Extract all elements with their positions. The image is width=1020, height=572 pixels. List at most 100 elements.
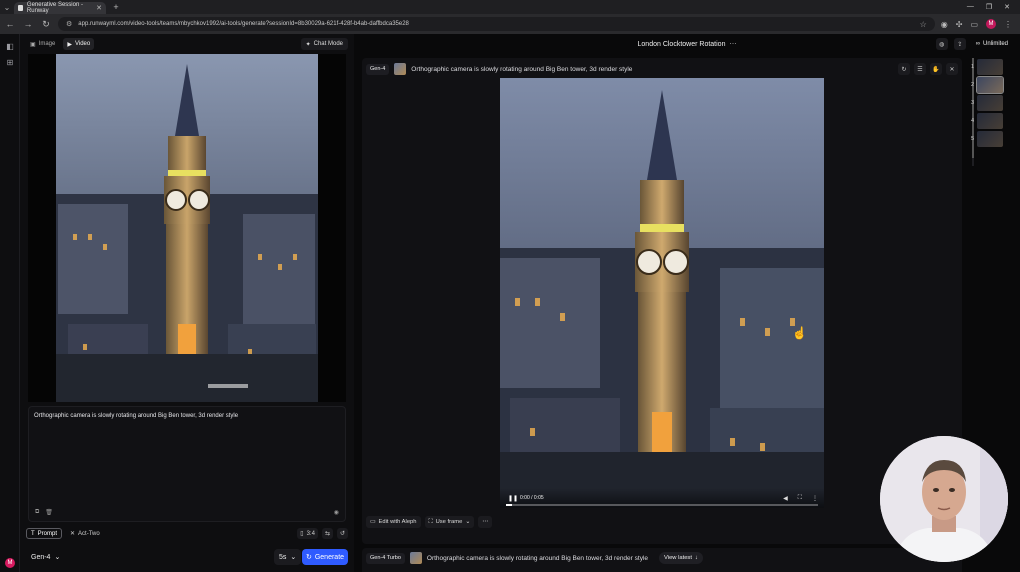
- new-tab-icon[interactable]: +: [110, 2, 122, 12]
- back-icon[interactable]: ←: [4, 19, 16, 29]
- browser-menu-icon[interactable]: ⋮: [1004, 20, 1012, 29]
- timeline-item-number: 3: [970, 100, 974, 106]
- tab-prompt[interactable]: T Prompt: [26, 528, 63, 539]
- eye-icon[interactable]: ◉: [334, 509, 339, 516]
- prompt-text: Orthographic camera is slowly rotating a…: [34, 413, 239, 419]
- session-header: London Clocktower Rotation ⋯: [354, 34, 1020, 54]
- video-menu-icon[interactable]: ⋮: [812, 495, 818, 502]
- tab-search-icon[interactable]: ⌄: [0, 0, 14, 14]
- timeline-item-number: 5: [970, 136, 974, 142]
- timeline-thumbnail[interactable]: [977, 131, 1003, 147]
- tab-image-label: Image: [38, 41, 56, 47]
- chat-icon[interactable]: ◍: [935, 38, 948, 50]
- volume-icon[interactable]: ◀: [783, 495, 788, 502]
- generate-label: Generate: [314, 553, 345, 561]
- tab-video[interactable]: ▶ Video: [63, 38, 95, 50]
- close-icon[interactable]: ✕: [946, 63, 958, 75]
- copy-icon[interactable]: ⧉: [35, 509, 39, 516]
- tab-video-label: Video: [74, 41, 91, 47]
- browser-tab[interactable]: Generative Session - Runway ✕: [14, 2, 106, 14]
- act-two-icon: ✕: [70, 531, 76, 537]
- generation-timeline: 1 2 3 4 5: [966, 58, 1014, 168]
- unlimited-toggle[interactable]: ∞ Unlimited: [972, 38, 1012, 50]
- swap-icon[interactable]: ⇆: [321, 528, 333, 539]
- tab-act-two[interactable]: ✕ Act-Two: [66, 528, 104, 539]
- generation-prompt-next: Orthographic camera is slowly rotating a…: [426, 554, 649, 562]
- timeline-item[interactable]: 5: [966, 130, 1014, 148]
- aspect-ratio-button[interactable]: ▯ 3:4: [297, 528, 318, 539]
- tab-prompt-label: Prompt: [37, 530, 58, 537]
- sidebar-toggle-icon[interactable]: ▭: [970, 20, 978, 29]
- app-rail: ◧ ⊞ M: [0, 34, 20, 572]
- timeline-thumbnail[interactable]: [977, 95, 1003, 111]
- new-session-icon[interactable]: ⊞: [0, 54, 20, 70]
- rerun-icon[interactable]: ↻: [898, 63, 910, 75]
- timeline-thumbnail[interactable]: [977, 59, 1003, 75]
- model-select[interactable]: Gen-4 ⌄: [26, 549, 65, 565]
- sparkle-icon: ✦: [305, 41, 311, 48]
- timeline-item[interactable]: 2: [966, 76, 1014, 94]
- maximize-icon[interactable]: ❐: [986, 3, 992, 11]
- chevron-down-icon: ⌄: [54, 554, 61, 561]
- timeline-item[interactable]: 1: [966, 58, 1014, 76]
- timeline-item[interactable]: 4: [966, 112, 1014, 130]
- video-player[interactable]: ❚❚ 0:00 / 0:05 ◀ ⛶ ⋮: [500, 78, 824, 508]
- frame-icon: ⛶: [428, 518, 433, 525]
- trash-icon[interactable]: 🗑: [45, 509, 53, 516]
- generation-panel: ▣ Image ▶ Video ✦ Chat Mode Orthographic…: [20, 34, 354, 572]
- session-title[interactable]: London Clocktower Rotation: [638, 41, 726, 48]
- window-controls: — ❐ ✕: [967, 3, 1020, 11]
- use-frame-label: Use frame: [435, 519, 463, 525]
- tab-close-icon[interactable]: ✕: [96, 4, 102, 12]
- prompt-textarea[interactable]: Orthographic camera is slowly rotating a…: [28, 406, 346, 522]
- video-right-controls: ◀ ⛶ ⋮: [783, 495, 818, 502]
- view-latest-button[interactable]: View latest ↓: [659, 552, 703, 564]
- reload-icon[interactable]: ↻: [40, 19, 52, 30]
- more-horizontal-icon[interactable]: ⋯: [729, 40, 736, 48]
- webcam-overlay: [880, 436, 1008, 562]
- edit-with-aleph-button[interactable]: ▭ Edit with Aleph: [366, 516, 421, 528]
- chat-mode-button[interactable]: ✦ Chat Mode: [300, 38, 348, 50]
- browser-profile-avatar[interactable]: M: [986, 19, 996, 29]
- site-info-icon[interactable]: ⚙: [66, 20, 72, 28]
- timeline-thumbnail[interactable]: [976, 76, 1004, 94]
- generate-button[interactable]: ↻ Generate: [302, 549, 348, 565]
- reset-icon[interactable]: ↺: [336, 528, 348, 539]
- video-controls: ❚❚ 0:00 / 0:05 ◀ ⛶ ⋮: [500, 488, 824, 508]
- bookmark-star-icon[interactable]: ☆: [920, 20, 927, 29]
- fullscreen-icon[interactable]: ⛶: [798, 495, 802, 502]
- copy-settings-icon[interactable]: ☰: [914, 63, 926, 75]
- mouse-cursor-icon: ☝: [792, 326, 807, 340]
- chevron-down-icon: ⌄: [290, 554, 297, 561]
- timeline-item-number: 2: [970, 82, 974, 88]
- share-icon[interactable]: ⇪: [953, 38, 966, 50]
- duration-select[interactable]: 5s ⌄: [274, 549, 302, 565]
- user-avatar[interactable]: M: [5, 558, 15, 568]
- url-field[interactable]: ⚙ app.runwayml.com/video-tools/teams/mby…: [58, 17, 935, 31]
- timeline-item-number: 4: [970, 118, 974, 124]
- image-icon: ▣: [30, 41, 36, 48]
- minimize-icon[interactable]: —: [967, 3, 974, 11]
- more-options-button[interactable]: ⋯: [478, 516, 492, 528]
- tab-image[interactable]: ▣ Image: [26, 38, 59, 50]
- window-close-icon[interactable]: ✕: [1004, 3, 1010, 11]
- use-frame-button[interactable]: ⛶ Use frame ⌄: [424, 516, 475, 528]
- timeline-item[interactable]: 3: [966, 94, 1014, 112]
- edit-icon: ▭: [370, 519, 376, 525]
- pause-icon[interactable]: ❚❚: [508, 495, 518, 502]
- extension-icon[interactable]: ◉: [941, 20, 948, 29]
- timeline-thumbnail[interactable]: [977, 113, 1003, 129]
- video-progress[interactable]: [506, 504, 818, 506]
- thumbs-down-icon[interactable]: ✋: [930, 63, 942, 75]
- forward-icon[interactable]: →: [22, 19, 34, 29]
- toggle-sidebar-icon[interactable]: ◧: [0, 38, 20, 54]
- browser-tab-strip: ⌄ Generative Session - Runway ✕ + — ❐ ✕: [0, 0, 1020, 14]
- model-badge-next: Gen-4 Turbo: [366, 552, 405, 564]
- generation-card-next: Gen-4 Turbo Orthographic camera is slowl…: [362, 548, 962, 572]
- tab-act-two-label: Act-Two: [78, 530, 100, 537]
- input-image-preview[interactable]: [28, 54, 346, 402]
- header-actions: ◍ ⇪ ∞ Unlimited: [935, 38, 1012, 50]
- source-thumbnail-next[interactable]: [409, 552, 422, 564]
- source-thumbnail[interactable]: [394, 63, 407, 75]
- puzzle-extensions-icon[interactable]: ✣: [956, 20, 963, 29]
